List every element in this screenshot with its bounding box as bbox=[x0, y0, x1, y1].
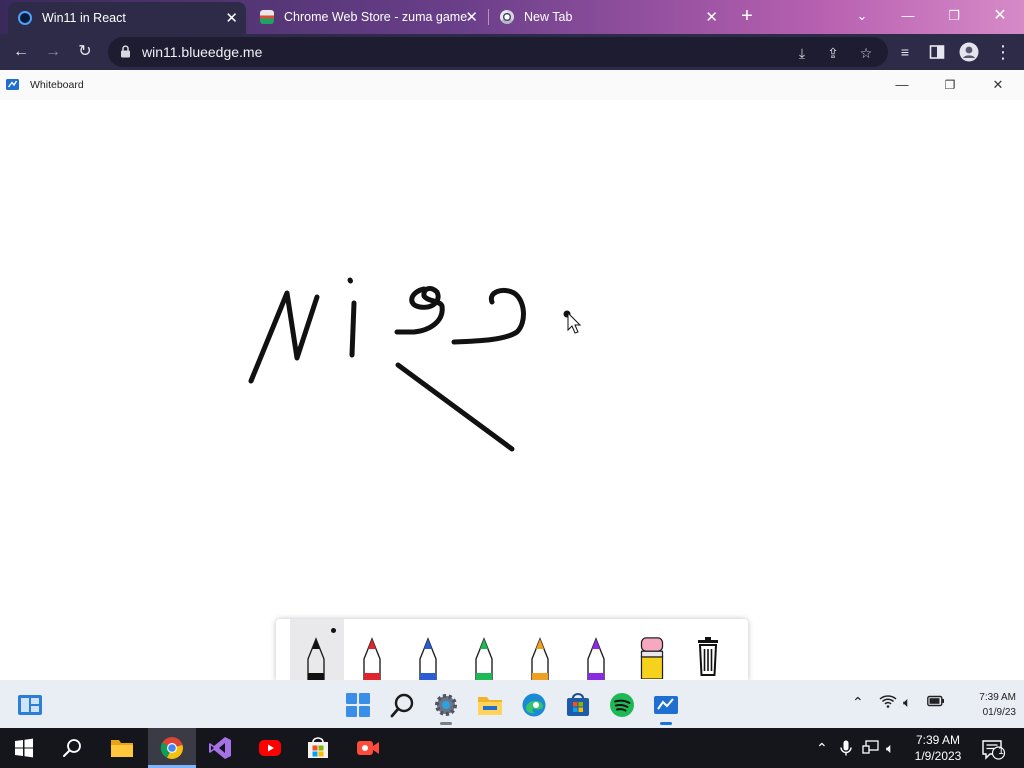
volume-icon[interactable]: 🔈︎ bbox=[903, 694, 911, 711]
forward-arrow-icon[interactable]: → bbox=[42, 41, 64, 63]
whiteboard-icon bbox=[654, 696, 678, 714]
install-app-icon[interactable]: ⤓ bbox=[793, 44, 811, 62]
close-window-icon[interactable]: ✕ bbox=[986, 4, 1014, 28]
lock-icon bbox=[121, 45, 130, 58]
close-tab-icon[interactable]: ✕ bbox=[465, 10, 478, 25]
whiteboard-title: Whiteboard bbox=[30, 79, 84, 91]
ink-stroke bbox=[349, 300, 357, 358]
show-hidden-icons-chevron-icon[interactable]: ⌃ bbox=[816, 740, 828, 757]
start-windows-icon[interactable] bbox=[345, 692, 371, 718]
reading-list-icon[interactable]: ≡ bbox=[894, 41, 916, 63]
screen: { "browser": { "tabs": [ {"title": "Win1… bbox=[0, 0, 1024, 768]
orange-pen-icon[interactable] bbox=[527, 637, 553, 681]
win11-date: 01/9/23 bbox=[982, 707, 1016, 718]
widgets-icon[interactable] bbox=[17, 692, 43, 718]
running-indicator bbox=[440, 722, 452, 725]
tab-chrome-web-store[interactable]: Chrome Web Store - zuma game ✕ bbox=[250, 3, 486, 31]
profile-avatar-icon[interactable] bbox=[958, 41, 980, 63]
file-explorer-icon[interactable] bbox=[477, 692, 503, 718]
reload-icon[interactable]: ↻ bbox=[74, 41, 96, 63]
minimize-icon[interactable]: — bbox=[890, 76, 914, 94]
tab-win11-in-react[interactable]: Win11 in React ✕ bbox=[8, 2, 246, 34]
whiteboard-app[interactable] bbox=[653, 692, 679, 725]
url-text: win11.blueedge.me bbox=[142, 44, 263, 60]
network-icon[interactable] bbox=[862, 740, 880, 757]
spotify-icon[interactable] bbox=[609, 692, 635, 718]
bookmark-star-icon[interactable]: ☆ bbox=[857, 44, 875, 62]
chrome-favicon-icon bbox=[500, 10, 514, 24]
search-icon[interactable] bbox=[60, 736, 84, 760]
host-date: 1/9/2023 bbox=[914, 749, 962, 763]
close-icon[interactable]: ✕ bbox=[986, 76, 1010, 94]
tab-new-tab[interactable]: New Tab ✕ bbox=[490, 3, 726, 31]
settings-app[interactable] bbox=[433, 692, 459, 725]
store-icon[interactable] bbox=[565, 692, 591, 718]
youtube-icon[interactable] bbox=[258, 736, 282, 760]
tray-overflow-chevron-icon[interactable]: ⌃ bbox=[852, 694, 864, 711]
black-pen-icon[interactable] bbox=[303, 637, 329, 681]
tab-title: Win11 in React bbox=[42, 11, 126, 25]
host-taskbar: ⌃ 🔈︎ 1 bbox=[0, 728, 1024, 768]
gear-icon bbox=[435, 694, 457, 716]
win11-taskbar: ⌃ 🔈︎ bbox=[0, 680, 1024, 728]
browser-toolbar: ← → ↻ win11.blueedge.me ⤓ ⇪ ☆ ≡ ⋮ bbox=[0, 34, 1024, 70]
host-time: 7:39 AM bbox=[915, 733, 961, 747]
pen-toolbar bbox=[276, 619, 748, 681]
whiteboard-titlebar: Whiteboard — ❐ ✕ bbox=[0, 70, 1024, 100]
active-indicator bbox=[660, 722, 672, 725]
notification-count-badge: 1 bbox=[998, 746, 1004, 757]
back-arrow-icon[interactable]: ← bbox=[10, 41, 32, 63]
ink-stroke bbox=[395, 362, 515, 452]
ink-strokes bbox=[248, 277, 582, 452]
ink-stroke bbox=[394, 286, 445, 335]
ink-stroke bbox=[347, 277, 353, 284]
green-pen-icon[interactable] bbox=[471, 637, 497, 681]
search-icon[interactable] bbox=[390, 692, 416, 718]
tab-separator bbox=[488, 9, 489, 25]
win11-time: 7:39 AM bbox=[979, 692, 1016, 703]
red-pen-icon[interactable] bbox=[359, 637, 385, 681]
windows-start-icon[interactable] bbox=[12, 736, 36, 760]
chrome-icon[interactable] bbox=[160, 736, 184, 760]
battery-icon[interactable] bbox=[927, 694, 945, 710]
highlighter-eraser-icon[interactable] bbox=[639, 635, 665, 679]
new-tab-button[interactable]: + bbox=[736, 6, 758, 28]
close-tab-icon[interactable]: ✕ bbox=[225, 11, 238, 26]
maximize-icon[interactable]: ❐ bbox=[938, 76, 962, 94]
react-app-favicon-icon bbox=[18, 11, 32, 25]
store-icon[interactable] bbox=[306, 736, 330, 760]
blue-pen-icon[interactable] bbox=[415, 637, 441, 681]
browser-tab-strip: Win11 in React ✕ Chrome Web Store - zuma… bbox=[0, 0, 1024, 34]
chrome-menu-icon[interactable]: ⋮ bbox=[992, 41, 1014, 63]
edge-browser-icon[interactable] bbox=[521, 692, 547, 718]
win11-clock[interactable]: 7:39 AM 01/9/23 bbox=[954, 690, 1016, 720]
whiteboard-canvas[interactable] bbox=[0, 100, 1024, 680]
mouse-cursor-icon bbox=[567, 311, 582, 334]
tab-title: New Tab bbox=[524, 10, 573, 24]
chrome-web-store-favicon-icon bbox=[260, 10, 274, 24]
wifi-icon[interactable] bbox=[879, 694, 897, 711]
microphone-icon[interactable] bbox=[840, 740, 852, 759]
file-explorer-icon[interactable] bbox=[110, 736, 134, 760]
selected-indicator-dot bbox=[331, 628, 336, 633]
visual-studio-icon[interactable] bbox=[208, 736, 232, 760]
tab-search-chevron-icon[interactable]: ⌄ bbox=[848, 4, 876, 28]
tab-title: Chrome Web Store - zuma game bbox=[284, 10, 468, 24]
whiteboard-app-icon bbox=[6, 79, 19, 90]
side-panel-icon[interactable] bbox=[926, 41, 948, 63]
restore-icon[interactable]: ❐ bbox=[940, 4, 968, 28]
ink-stroke bbox=[248, 290, 320, 384]
volume-icon[interactable]: 🔈︎ bbox=[886, 740, 894, 757]
trash-icon[interactable] bbox=[695, 637, 721, 681]
share-icon[interactable]: ⇪ bbox=[824, 44, 842, 62]
purple-pen-icon[interactable] bbox=[583, 637, 609, 681]
screen-recorder-icon[interactable] bbox=[356, 736, 380, 760]
host-clock[interactable]: 7:39 AM 1/9/2023 bbox=[906, 732, 970, 764]
ink-stroke bbox=[451, 287, 526, 345]
address-bar[interactable]: win11.blueedge.me ⤓ ⇪ ☆ bbox=[108, 37, 888, 67]
close-tab-icon[interactable]: ✕ bbox=[705, 10, 718, 25]
minimize-icon[interactable]: — bbox=[894, 4, 922, 28]
